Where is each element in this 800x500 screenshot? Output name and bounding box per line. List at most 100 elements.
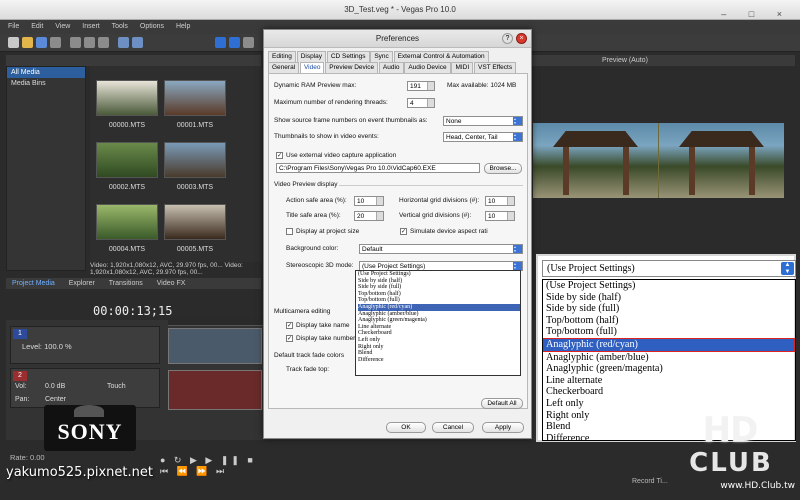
title-safe-input[interactable]: 20 — [354, 211, 384, 221]
external-capture-path[interactable]: C:\Program Files\Sony\Vegas Pro 10.0\Vid… — [276, 163, 480, 173]
zoomed-option[interactable]: (Use Project Settings) — [546, 280, 795, 292]
redo-icon[interactable] — [132, 37, 143, 48]
tab-external-control[interactable]: External Control & Automation — [393, 51, 489, 62]
ram-preview-input[interactable]: 191 — [407, 81, 435, 91]
auto-ripple-icon[interactable] — [229, 37, 240, 48]
copy-icon[interactable] — [84, 37, 95, 48]
media-thumbnail[interactable] — [96, 204, 158, 240]
apply-button[interactable]: Apply — [482, 422, 524, 433]
zoomed-option[interactable]: Anaglyphic (green/magenta) — [546, 363, 795, 375]
stereo-option[interactable]: Right only — [358, 344, 520, 351]
menu-insert[interactable]: Insert — [82, 23, 100, 30]
external-capture-checkbox[interactable]: ✓ — [276, 152, 283, 159]
project-size-checkbox[interactable] — [286, 228, 293, 235]
zoomed-option[interactable]: Top/bottom (half) — [546, 315, 795, 327]
tab-vst-effects[interactable]: VST Effects — [473, 62, 517, 73]
tab-audio[interactable]: Audio — [378, 62, 404, 73]
timeline-ruler[interactable] — [168, 318, 268, 326]
tab-transitions[interactable]: Transitions — [109, 280, 143, 287]
media-thumbnail[interactable] — [164, 142, 226, 178]
stereo-option[interactable]: Blend — [358, 350, 520, 357]
zoomed-option[interactable]: Checkerboard — [546, 386, 795, 398]
threads-input[interactable]: 4 — [407, 98, 435, 108]
audio-vol-value[interactable]: 0.0 dB — [45, 383, 65, 390]
media-thumbnail[interactable] — [96, 142, 158, 178]
snap-icon[interactable] — [215, 37, 226, 48]
action-safe-input[interactable]: 10 — [354, 196, 384, 206]
tab-audio-device[interactable]: Audio Device — [404, 62, 451, 73]
stereo-option-selected[interactable]: Anaglyphic (red/cyan) — [358, 303, 520, 311]
new-icon[interactable] — [8, 37, 19, 48]
cut-icon[interactable] — [70, 37, 81, 48]
undo-icon[interactable] — [118, 37, 129, 48]
tab-display[interactable]: Display — [296, 51, 326, 62]
bin-all-media[interactable]: All Media — [7, 67, 85, 78]
tab-editing[interactable]: Editing — [268, 51, 296, 62]
stereo-option[interactable]: Difference — [358, 357, 520, 364]
zoomed-option[interactable]: Side by side (full) — [546, 303, 795, 315]
properties-icon[interactable] — [50, 37, 61, 48]
transport-controls[interactable]: ● ↻ ▶ ▶ ❚❚ ■ ⏮ ⏪ ⏩ ⏭ — [160, 455, 270, 476]
open-icon[interactable] — [22, 37, 33, 48]
tab-explorer[interactable]: Explorer — [69, 280, 95, 287]
bin-media-bins[interactable]: Media Bins — [7, 78, 85, 89]
stereo-option[interactable]: Top/bottom (full) — [358, 297, 520, 304]
take-name-checkbox[interactable]: ✓ — [286, 322, 293, 329]
audio-event[interactable] — [168, 370, 262, 410]
menu-view[interactable]: View — [55, 23, 70, 30]
tab-general[interactable]: General — [268, 62, 300, 73]
zoomed-option[interactable]: Line alternate — [546, 375, 795, 387]
video-event[interactable] — [168, 328, 262, 364]
tab-preview-device[interactable]: Preview Device — [325, 62, 379, 73]
media-thumbnail[interactable] — [164, 80, 226, 116]
stereo-option[interactable]: Anaglyphic (green/magenta) — [358, 317, 520, 324]
menu-help[interactable]: Help — [176, 23, 190, 30]
zoomed-option[interactable]: Side by side (half) — [546, 292, 795, 304]
chevron-updown-icon: ▲ ▼ — [781, 262, 794, 275]
menu-edit[interactable]: Edit — [31, 23, 43, 30]
stereo-option[interactable]: Side by side (full) — [358, 284, 520, 291]
menu-file[interactable]: File — [8, 23, 19, 30]
tab-sync[interactable]: Sync — [370, 51, 393, 62]
simulate-aspect-checkbox[interactable]: ✓ — [400, 228, 407, 235]
paste-icon[interactable] — [98, 37, 109, 48]
zoomed-option[interactable]: Anaglyphic (amber/blue) — [546, 352, 795, 364]
frame-numbers-select[interactable]: None — [443, 116, 523, 126]
stereo-option[interactable]: Left only — [358, 337, 520, 344]
audio-track-header[interactable]: 2 Vol: 0.0 dB Touch Pan: Center — [10, 368, 160, 408]
default-all-button[interactable]: Default All — [481, 398, 523, 409]
cancel-button[interactable]: Cancel — [432, 422, 474, 433]
take-number-checkbox[interactable]: ✓ — [286, 335, 293, 342]
media-thumbnail[interactable] — [96, 80, 158, 116]
tab-midi[interactable]: MIDI — [451, 62, 474, 73]
tab-project-media[interactable]: Project Media — [12, 280, 55, 287]
menu-options[interactable]: Options — [140, 23, 164, 30]
audio-pan-value[interactable]: Center — [45, 396, 66, 403]
help-icon[interactable]: ? — [502, 33, 513, 44]
menu-tools[interactable]: Tools — [112, 23, 128, 30]
tab-cd-settings[interactable]: CD Settings — [326, 51, 370, 62]
hgrid-input[interactable]: 10 — [485, 196, 515, 206]
media-info-text: Video: 1,920x1,080x12, AVC, 29.970 fps, … — [90, 262, 243, 276]
zoomed-stereo-select[interactable]: (Use Project Settings) ▲ ▼ — [542, 260, 796, 277]
stereo-option[interactable]: Checkerboard — [358, 330, 520, 337]
close-icon[interactable]: × — [516, 33, 527, 44]
tab-video-fx[interactable]: Video FX — [157, 280, 186, 287]
zoomed-option[interactable]: Left only — [546, 398, 795, 410]
save-icon[interactable] — [36, 37, 47, 48]
stereo-option[interactable]: (Use Project Settings) — [358, 271, 520, 278]
ok-button[interactable]: OK — [386, 422, 426, 433]
tab-video[interactable]: Video — [299, 62, 325, 73]
browse-button[interactable]: Browse... — [484, 163, 522, 174]
background-select[interactable]: Default — [359, 244, 523, 254]
lock-envelopes-icon[interactable] — [243, 37, 254, 48]
thumbnails-select[interactable]: Head, Center, Tail — [443, 132, 523, 142]
vgrid-input[interactable]: 10 — [485, 211, 515, 221]
preview-quality-select[interactable]: Preview (Auto) — [602, 57, 648, 64]
zoomed-option[interactable]: Top/bottom (full) — [546, 326, 795, 338]
media-thumbnail[interactable] — [164, 204, 226, 240]
stereo-option[interactable]: Line alternate — [358, 324, 520, 331]
zoomed-option-selected[interactable]: Anaglyphic (red/cyan) — [543, 337, 795, 352]
automation-mode[interactable]: Touch — [107, 383, 126, 390]
external-capture-label: Use external video capture application — [286, 152, 397, 159]
